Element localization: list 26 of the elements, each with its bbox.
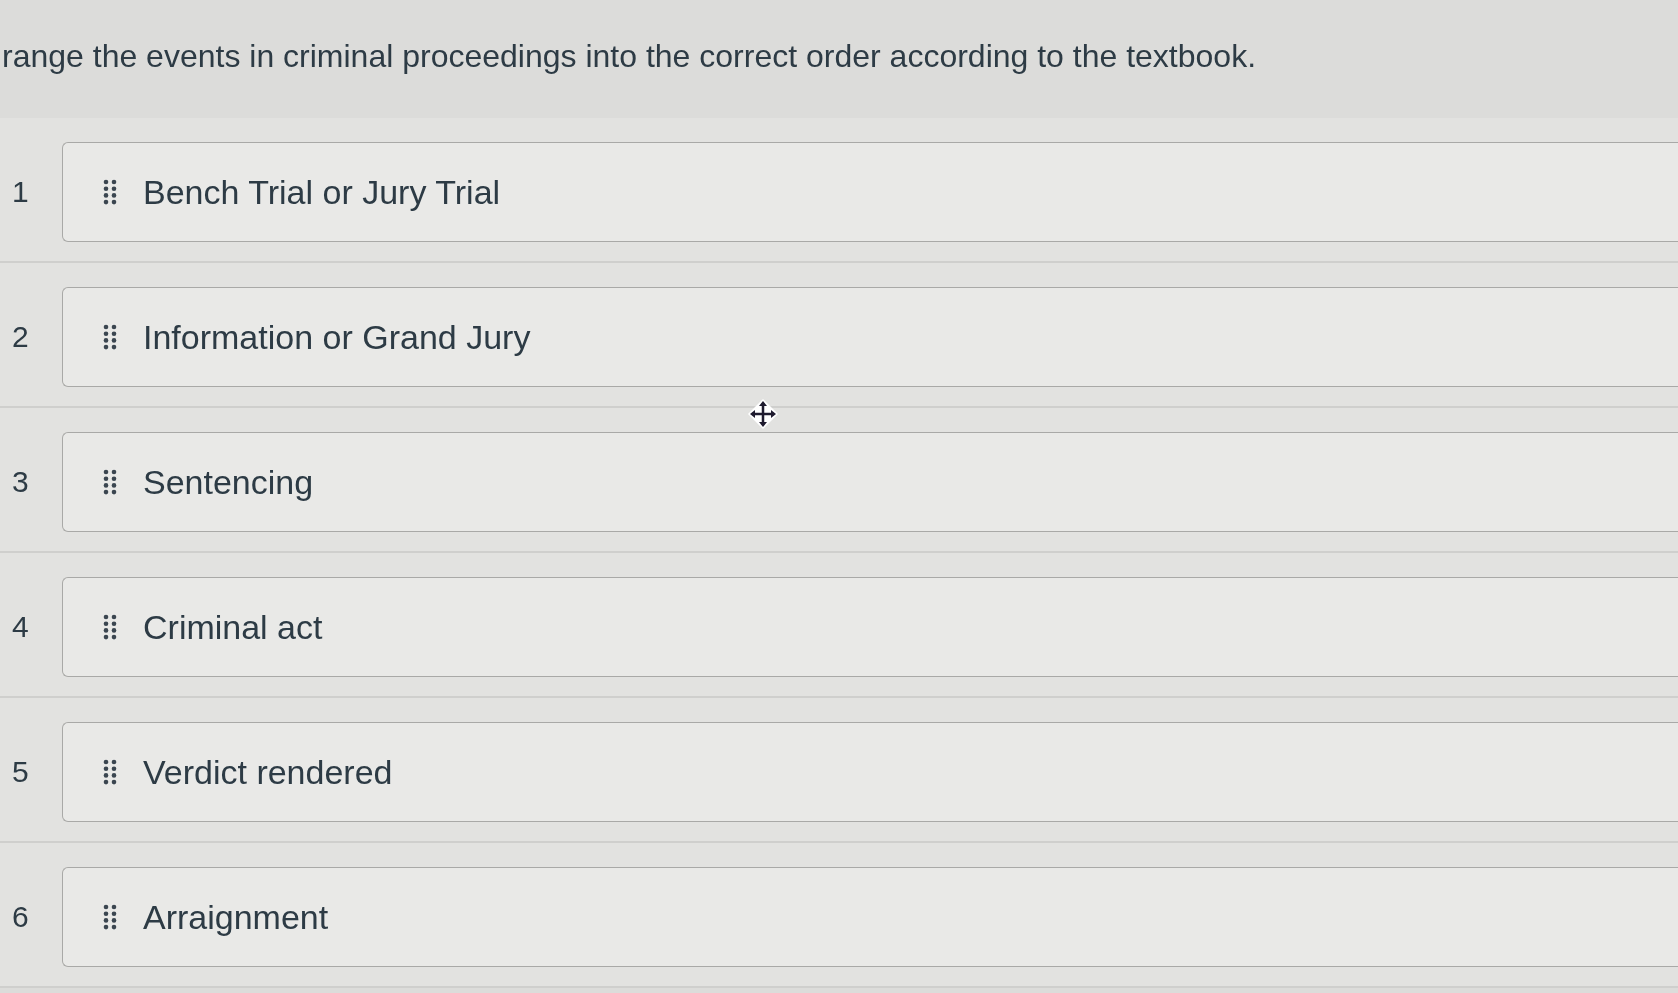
drag-handle-icon[interactable] (103, 179, 117, 205)
draggable-answer-card[interactable]: Sentencing (62, 432, 1678, 532)
drag-handle-icon[interactable] (103, 324, 117, 350)
answer-label: Criminal act (143, 607, 323, 648)
item-number: 2 (12, 319, 29, 355)
answer-label: Information or Grand Jury (143, 317, 531, 358)
move-cursor-icon (746, 397, 780, 431)
draggable-answer-card[interactable]: Criminal act (62, 577, 1678, 677)
item-number: 1 (12, 174, 29, 210)
item-number: 3 (12, 464, 29, 500)
drag-handle-icon[interactable] (103, 614, 117, 640)
item-number: 6 (12, 899, 29, 935)
answer-label: Arraignment (143, 897, 329, 938)
drag-handle-icon[interactable] (103, 469, 117, 495)
draggable-answer-card[interactable]: Arraignment (62, 867, 1678, 967)
answer-label: Bench Trial or Jury Trial (143, 172, 501, 213)
item-number: 5 (12, 754, 29, 790)
question-text: range the events in criminal proceedings into the correct order according to the textbook. (2, 37, 1258, 76)
item-number: 4 (12, 609, 29, 645)
drag-handle-icon[interactable] (103, 904, 117, 930)
draggable-answer-card[interactable]: Verdict rendered (62, 722, 1678, 822)
draggable-answer-card[interactable]: Information or Grand Jury (62, 287, 1678, 387)
answer-label: Verdict rendered (143, 752, 393, 793)
answer-label: Sentencing (143, 462, 314, 503)
draggable-answer-card[interactable]: Bench Trial or Jury Trial (62, 142, 1678, 242)
drag-handle-icon[interactable] (103, 759, 117, 785)
